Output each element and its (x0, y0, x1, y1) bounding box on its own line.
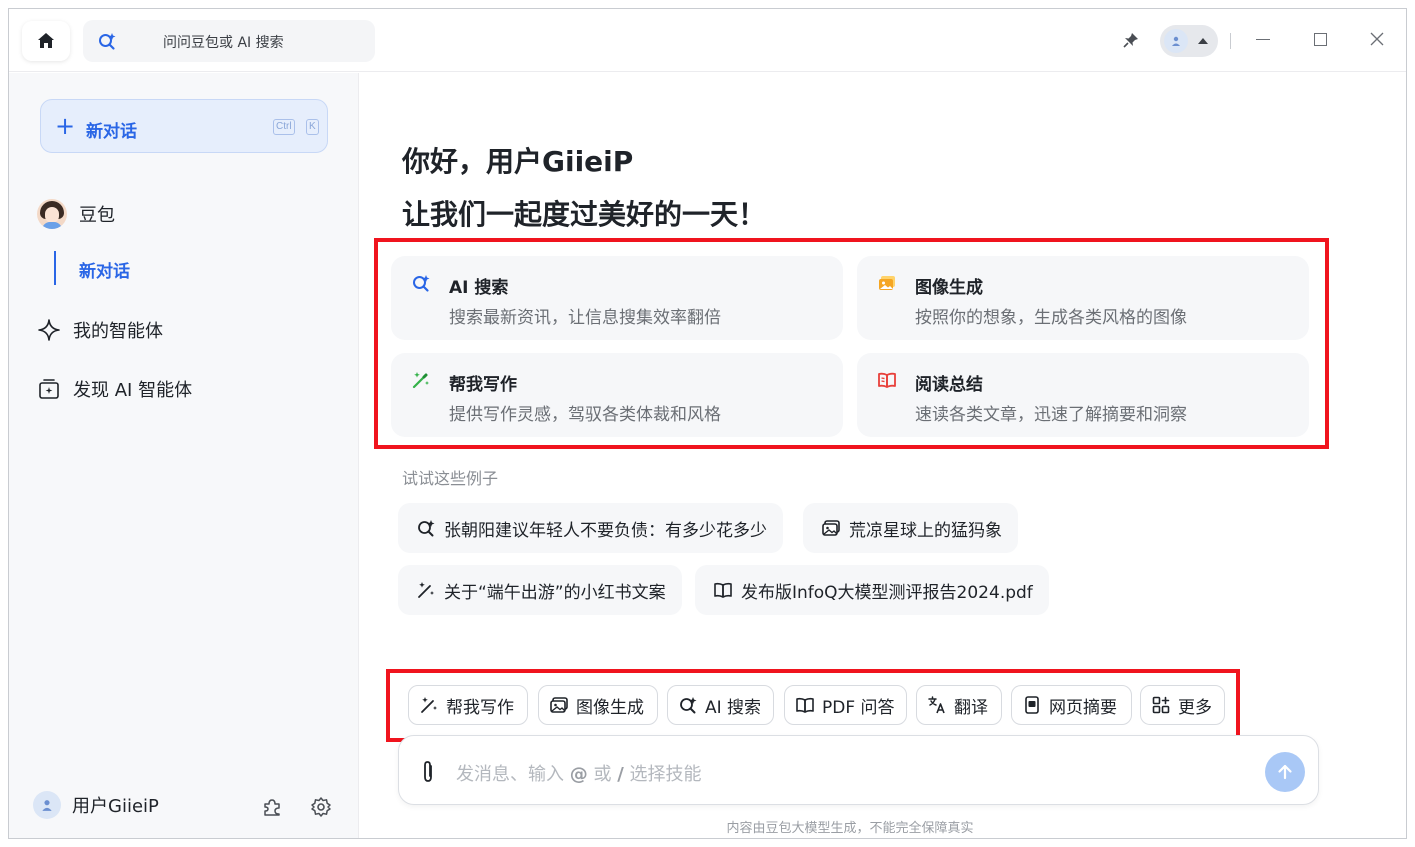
ai-search-icon (99, 33, 116, 50)
example-prompt[interactable]: 发布版InfoQ大模型测评报告2024.pdf (695, 565, 1049, 615)
sidebar-item-my-agents[interactable]: 我的智能体 (37, 317, 163, 343)
close-icon[interactable] (1369, 31, 1385, 47)
sidebar-item-label: 我的智能体 (73, 321, 163, 342)
send-button[interactable] (1265, 752, 1305, 792)
top-search-placeholder: 问问豆包或 AI 搜索 (163, 35, 284, 51)
new-chat-button[interactable]: + 新对话 Ctrl K (40, 99, 328, 153)
feature-card-image-generation[interactable]: 图像生成 按照你的想象，生成各类风格的图像 (857, 256, 1309, 340)
app-window: 问问豆包或 AI 搜索 + 新对话 Ctrl K 豆包 新对话 我的智能体 发现… (8, 8, 1407, 839)
ai-search-icon (680, 697, 697, 714)
webpage-icon (1025, 696, 1039, 714)
feature-card-title: 帮我写作 (449, 375, 517, 395)
example-prompt[interactable]: 荒凉星球上的猛犸象 (803, 503, 1018, 553)
book-icon (878, 372, 896, 388)
doubao-avatar-icon (37, 199, 67, 229)
avatar (1164, 29, 1188, 53)
grid-plus-icon (1152, 696, 1170, 714)
magic-pen-icon (412, 372, 429, 389)
skill-label: PDF 问答 (822, 697, 895, 718)
magic-pen-icon (418, 582, 434, 598)
translate-icon (928, 696, 945, 714)
arrow-up-icon (1278, 764, 1292, 780)
feature-card-desc: 搜索最新资讯，让信息搜集效率翻倍 (449, 308, 721, 328)
sparkle-icon (38, 319, 60, 341)
feature-card-desc: 按照你的想象，生成各类风格的图像 (915, 308, 1187, 328)
ai-disclaimer: 内容由豆包大模型生成，不能完全保障真实 (726, 821, 974, 836)
user-name: 用户GiieiP (72, 796, 159, 817)
new-chat-label: 新对话 (86, 122, 137, 142)
feature-card-title: AI 搜索 (449, 278, 509, 298)
minimize-button[interactable] (1256, 39, 1270, 40)
maximize-button[interactable] (1314, 33, 1327, 46)
gear-icon[interactable] (310, 796, 332, 818)
sidebar-item-label: 发现 AI 智能体 (73, 380, 193, 401)
skill-button-translate[interactable]: 翻译 (916, 685, 1002, 725)
skill-button-ai-search[interactable]: AI 搜索 (667, 685, 774, 725)
home-icon (38, 33, 54, 48)
feature-card-title: 阅读总结 (915, 375, 983, 395)
ai-search-icon (418, 520, 435, 537)
image-icon (550, 697, 568, 713)
book-icon (796, 697, 814, 713)
sidebar: + 新对话 Ctrl K 豆包 新对话 我的智能体 发现 AI 智能体 用户Gi… (9, 73, 359, 838)
shortcut-ctrl: Ctrl (273, 119, 295, 135)
user-icon (1172, 36, 1180, 46)
example-prompt-text: 关于“端午出游”的小红书文案 (444, 582, 666, 603)
skill-button-image-generation[interactable]: 图像生成 (538, 685, 658, 725)
feature-card-desc: 提供写作灵感，驾驭各类体裁和风格 (449, 405, 721, 425)
feature-card-ai-search[interactable]: AI 搜索 搜索最新资讯，让信息搜集效率翻倍 (391, 256, 843, 340)
skill-label: 帮我写作 (446, 697, 514, 718)
example-prompt-text: 张朝阳建议年轻人不要负债：有多少花多少 (444, 520, 767, 541)
ai-search-icon (413, 275, 430, 292)
skill-label: 更多 (1178, 697, 1212, 718)
feature-card-desc: 速读各类文章，迅速了解摘要和洞察 (915, 405, 1187, 425)
sidebar-item-new-chat[interactable]: 新对话 (79, 257, 130, 282)
feature-card-writing[interactable]: 帮我写作 提供写作灵感，驾驭各类体裁和风格 (391, 353, 843, 437)
active-indicator (54, 251, 56, 285)
divider (1230, 33, 1231, 49)
puzzle-icon[interactable] (262, 797, 282, 817)
user-menu-button[interactable] (1160, 25, 1218, 57)
user-icon (42, 800, 52, 811)
skill-button-more[interactable]: 更多 (1140, 685, 1225, 725)
examples-label: 试试这些例子 (402, 469, 499, 488)
skill-button-webpage-summary[interactable]: 网页摘要 (1011, 685, 1132, 725)
image-icon (822, 520, 840, 536)
message-composer[interactable]: 发消息、输入 @ 或 / 选择技能 (398, 735, 1319, 805)
skill-label: AI 搜索 (705, 697, 762, 718)
discover-agents-icon (39, 379, 59, 399)
skill-button-writing[interactable]: 帮我写作 (408, 685, 528, 725)
skill-label: 图像生成 (576, 697, 644, 718)
example-prompt-text: 发布版InfoQ大模型测评报告2024.pdf (741, 582, 1033, 603)
skill-label: 网页摘要 (1049, 697, 1117, 718)
main-content: 你好，用户GiieiP 让我们一起度过美好的一天！ AI 搜索 搜索最新资讯，让… (360, 73, 1406, 838)
skill-label: 翻译 (954, 697, 988, 718)
greeting-subtitle: 让我们一起度过美好的一天！ (402, 198, 767, 231)
image-icon (879, 276, 895, 290)
skill-button-pdf-qa[interactable]: PDF 问答 (784, 685, 907, 725)
sidebar-item-label: 豆包 (79, 205, 115, 226)
example-prompt[interactable]: 张朝阳建议年轻人不要负债：有多少花多少 (398, 503, 783, 553)
sidebar-item-discover-agents[interactable]: 发现 AI 智能体 (37, 376, 192, 402)
paperclip-icon[interactable] (417, 759, 439, 785)
example-prompt[interactable]: 关于“端午出游”的小红书文案 (398, 565, 682, 615)
avatar (33, 791, 61, 819)
feature-card-reading-summary[interactable]: 阅读总结 速读各类文章，迅速了解摘要和洞察 (857, 353, 1309, 437)
feature-card-title: 图像生成 (915, 278, 983, 298)
title-bar: 问问豆包或 AI 搜索 (9, 9, 1406, 72)
book-icon (714, 582, 732, 598)
sidebar-item-doubao[interactable]: 豆包 (37, 199, 115, 229)
message-input-placeholder: 发消息、输入 @ 或 / 选择技能 (456, 764, 702, 785)
magic-pen-icon (421, 697, 437, 713)
plus-icon: + (55, 112, 76, 140)
caret-up-icon (1198, 38, 1208, 44)
sidebar-user[interactable]: 用户GiieiP (33, 791, 159, 819)
pin-icon[interactable] (1122, 31, 1140, 49)
home-button[interactable] (22, 21, 70, 61)
example-prompt-text: 荒凉星球上的猛犸象 (849, 520, 1002, 541)
greeting-title: 你好，用户GiieiP (402, 145, 634, 178)
shortcut-key: K (306, 119, 319, 135)
top-search-bar[interactable]: 问问豆包或 AI 搜索 (83, 20, 375, 62)
